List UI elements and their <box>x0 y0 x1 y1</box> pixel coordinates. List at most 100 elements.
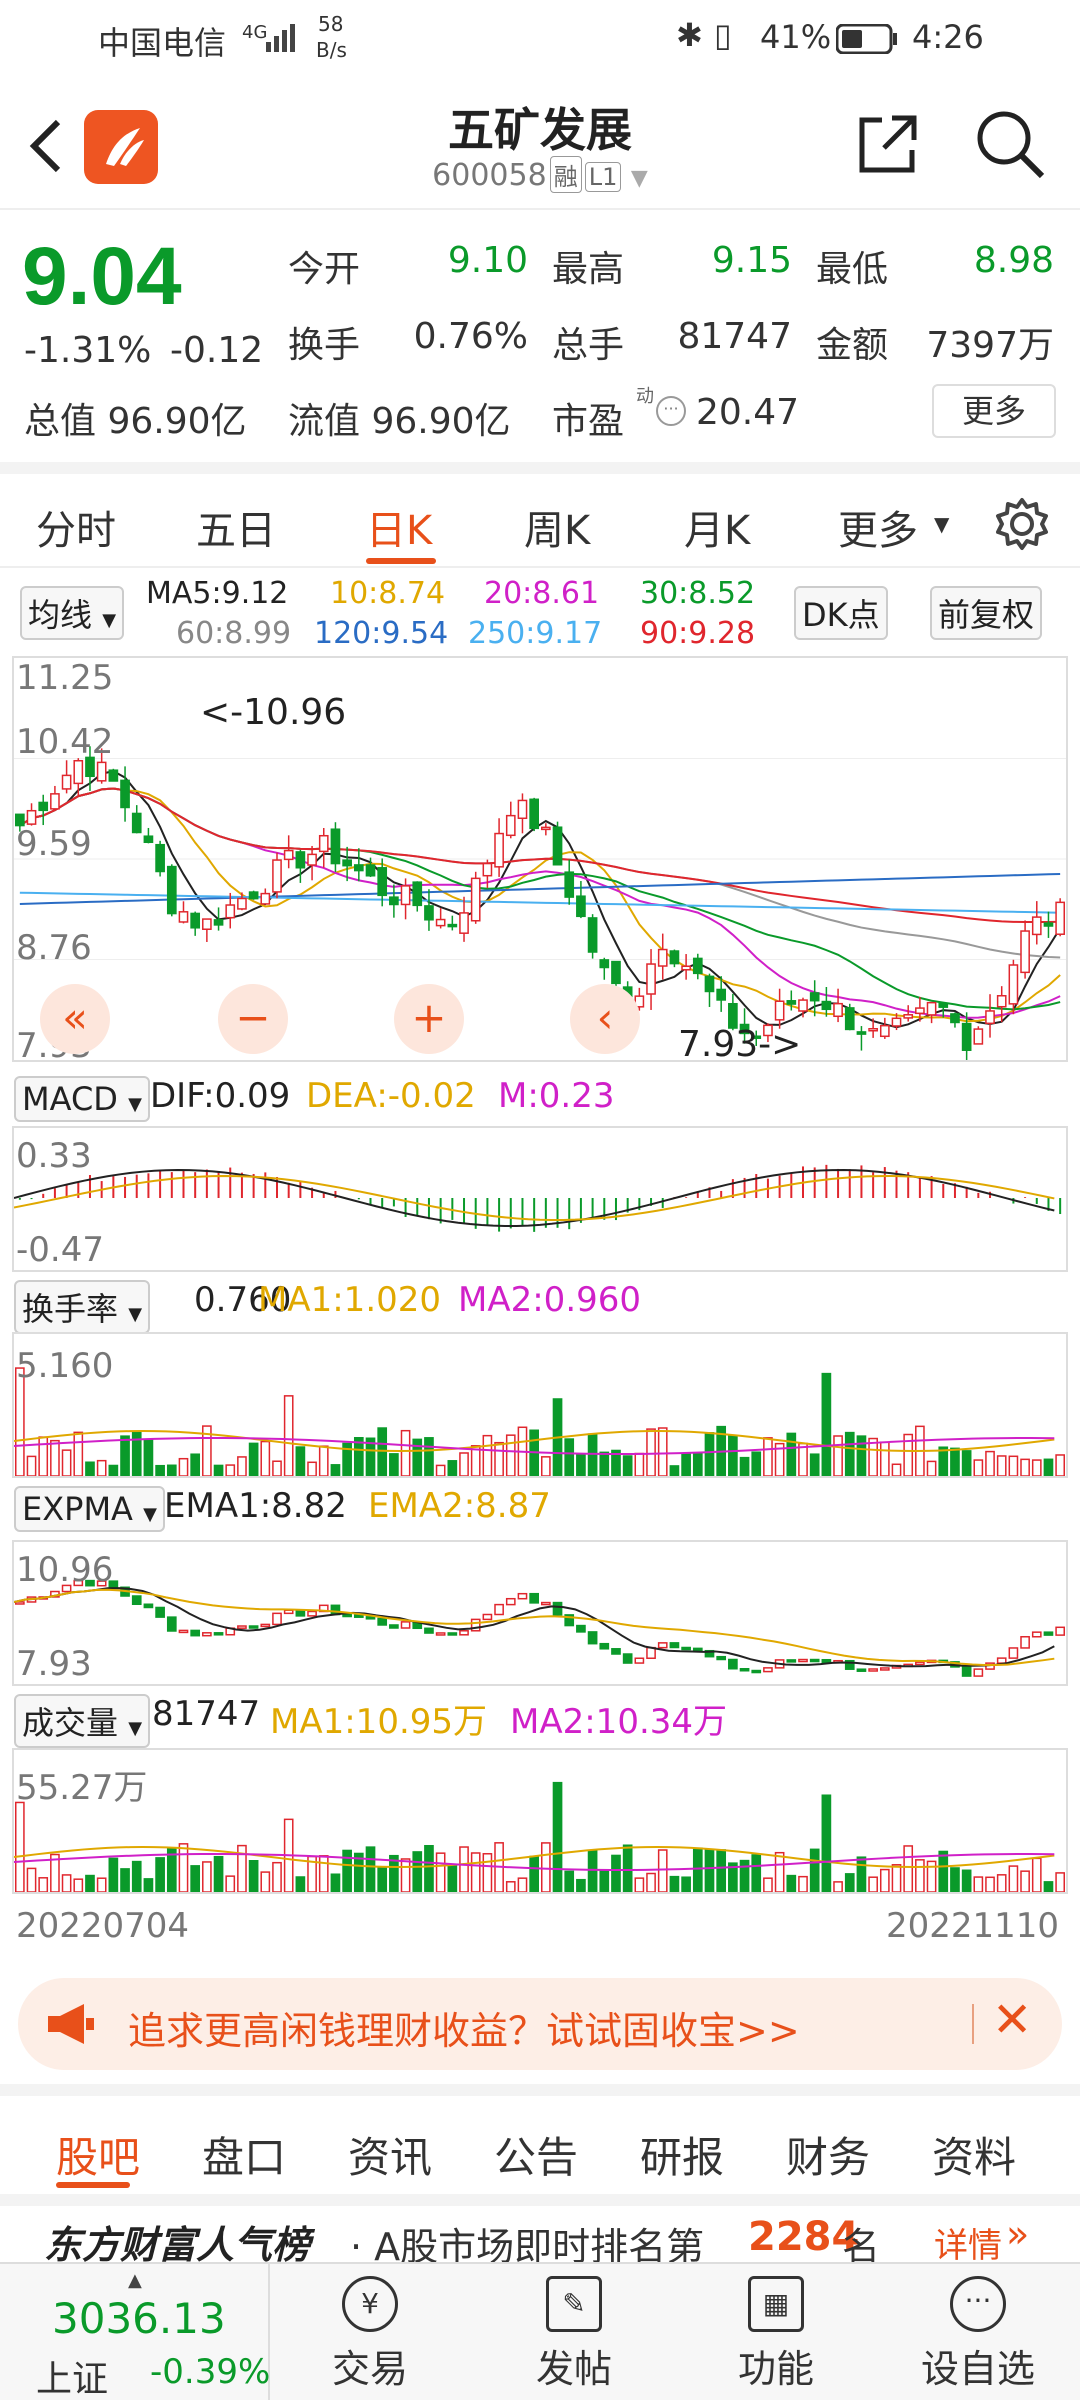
ma30-value: 30:8.52 <box>640 576 756 611</box>
tab-order-book[interactable]: 盘口 <box>202 2124 286 2185</box>
megaphone-icon <box>48 2004 94 2044</box>
dropdown-icon[interactable]: ▼ <box>631 166 648 191</box>
macd-canvas <box>14 1164 1062 1232</box>
expma-chart <box>12 1540 1068 1686</box>
promo-text: 追求更高闲钱理财收益？试试固收宝>> <box>128 2009 800 2053</box>
tab-research[interactable]: 研报 <box>640 2124 724 2185</box>
volume-indicator-value: 81747 <box>152 1694 261 1734</box>
clock: 4:26 <box>912 18 984 56</box>
zoom-in-button[interactable]: + <box>394 984 464 1054</box>
main-y-label-0: 11.25 <box>16 658 114 698</box>
expma-canvas <box>14 1579 1065 1677</box>
tab-announcements[interactable]: 公告 <box>494 2124 578 2185</box>
margin-tag: 融 <box>549 156 582 193</box>
battery-percent: 41% <box>760 18 832 56</box>
tab-intraday[interactable]: 分时 <box>36 498 116 556</box>
turnover-rate-select[interactable]: 换手率 ▼ <box>14 1280 151 1334</box>
divider <box>972 2004 974 2044</box>
rank-brand: 东方财富人气榜 <box>44 2223 311 2267</box>
tab-more[interactable]: 更多 <box>838 498 918 556</box>
pe-label: 市盈 <box>552 401 625 442</box>
candlestick-chart[interactable] <box>12 656 1068 1062</box>
promo-banner[interactable]: 追求更高闲钱理财收益？试试固收宝>> ✕ <box>18 1978 1062 2070</box>
macd-chart <box>12 1126 1068 1272</box>
ma60-value: 60:8.99 <box>176 616 292 651</box>
change-percent: -1.31% <box>24 330 152 371</box>
float-market-value: 流值 96.90亿 <box>288 401 511 442</box>
date-start: 20220704 <box>16 1906 190 1946</box>
high-annotation: <-10.96 <box>200 692 347 733</box>
main-y-label-1: 10.42 <box>16 722 114 762</box>
nav-trade[interactable]: ¥ 交易 <box>290 2264 450 2400</box>
turnover-rate-ma1: MA1:1.020 <box>258 1280 442 1320</box>
tab-five-day[interactable]: 五日 <box>196 498 276 556</box>
bottom-nav: ▲ 3036.13 上证 -0.39% ¥ 交易 ✎ 发帖 ▦ 功能 ··· 设… <box>0 2262 1080 2400</box>
network-type: 4G <box>242 22 268 43</box>
low-label: 最低 <box>816 249 889 290</box>
macd-select[interactable]: MACD ▼ <box>14 1076 150 1122</box>
nav-post-label: 发帖 <box>535 2347 612 2391</box>
nav-add-watchlist[interactable]: ··· 设自选 <box>896 2264 1060 2400</box>
tab-financials[interactable]: 财务 <box>786 2124 870 2185</box>
carrier: 中国电信 <box>98 24 227 62</box>
nav-functions[interactable]: ▦ 功能 <box>696 2264 856 2400</box>
ma-indicator-select[interactable]: 均线 ▼ <box>20 586 125 640</box>
macd-dif: DIF:0.09 <box>150 1076 291 1116</box>
bluetooth-icon: ✱ <box>676 16 703 54</box>
tab-profile[interactable]: 资料 <box>932 2124 1016 2185</box>
nav-post[interactable]: ✎ 发帖 <box>494 2264 654 2400</box>
low-annotation: 7.93-> <box>678 1024 802 1065</box>
volume-chart <box>12 1748 1068 1894</box>
step-back-button[interactable]: ‹ <box>570 984 640 1054</box>
amount-value: 7397万 <box>926 325 1054 366</box>
price-adjust-button[interactable]: 前复权 <box>930 586 1043 640</box>
scroll-left-button[interactable]: « <box>40 984 110 1054</box>
close-icon[interactable]: ✕ <box>992 1992 1032 2048</box>
change-amount: -0.12 <box>170 330 264 371</box>
current-price: 9.04 <box>22 231 182 322</box>
rank-detail-link[interactable]: 详情 <box>934 2218 1002 2267</box>
zoom-out-button[interactable]: − <box>218 984 288 1054</box>
popularity-rank-row[interactable]: 东方财富人气榜 · A股市场即时排名第 2284 名 详情 » <box>0 2194 1080 2269</box>
ma120-value: 120:9.54 <box>314 616 449 651</box>
index-change: -0.39% <box>150 2352 271 2392</box>
kline-period-tabs: 分时 五日 日K 周K 月K 更多 ▼ <box>0 462 1080 568</box>
nav-trade-label: 交易 <box>331 2347 408 2391</box>
more-quote-button[interactable]: 更多 <box>932 384 1056 438</box>
high-label: 最高 <box>552 249 625 290</box>
amount-label: 金额 <box>816 325 889 366</box>
volume-canvas <box>14 1781 1065 1892</box>
expma-select[interactable]: EXPMA ▼ <box>14 1486 165 1532</box>
content-tabs: 股吧 盘口 资讯 公告 研报 财务 资料 <box>0 2084 1080 2188</box>
tab-forum[interactable]: 股吧 <box>56 2124 140 2185</box>
volume-value: 81747 <box>677 316 792 357</box>
speed-unit: B/s <box>316 38 347 62</box>
double-chevron-right-icon: » <box>1006 2212 1030 2256</box>
level-tag: L1 <box>584 162 622 192</box>
tab-daily-k[interactable]: 日K <box>366 498 432 556</box>
nav-add-watchlist-label: 设自选 <box>920 2347 1035 2391</box>
tab-weekly-k[interactable]: 周K <box>524 498 590 556</box>
trade-yen-icon: ¥ <box>342 2276 398 2332</box>
tab-news[interactable]: 资讯 <box>348 2124 432 2185</box>
open-label: 今开 <box>288 249 361 290</box>
volume-select[interactable]: 成交量 ▼ <box>14 1694 151 1748</box>
search-icon[interactable] <box>974 108 1046 180</box>
turnover-rate-canvas <box>14 1367 1065 1476</box>
settings-gear-icon[interactable] <box>994 496 1050 552</box>
grid-functions-icon: ▦ <box>748 2276 804 2332</box>
pe-dynamic-sup: 动 <box>636 386 654 407</box>
share-icon[interactable] <box>856 112 920 176</box>
macd-m: M:0.23 <box>498 1076 615 1116</box>
dk-point-button[interactable]: DK点 <box>794 586 888 640</box>
signal-icon <box>266 24 295 52</box>
index-ticker[interactable]: ▲ 3036.13 上证 -0.39% <box>0 2264 270 2400</box>
tab-monthly-k[interactable]: 月K <box>684 498 750 556</box>
macd-dea: DEA:-0.02 <box>306 1076 476 1116</box>
active-tab-indicator <box>366 558 436 564</box>
stock-code: 600058 <box>432 158 547 193</box>
ma5-value: MA5:9.12 <box>146 576 289 611</box>
info-icon[interactable]: ··· <box>656 396 686 426</box>
volume-y-max: 55.27万 <box>16 1768 148 1808</box>
ma90-value: 90:9.28 <box>640 616 756 651</box>
